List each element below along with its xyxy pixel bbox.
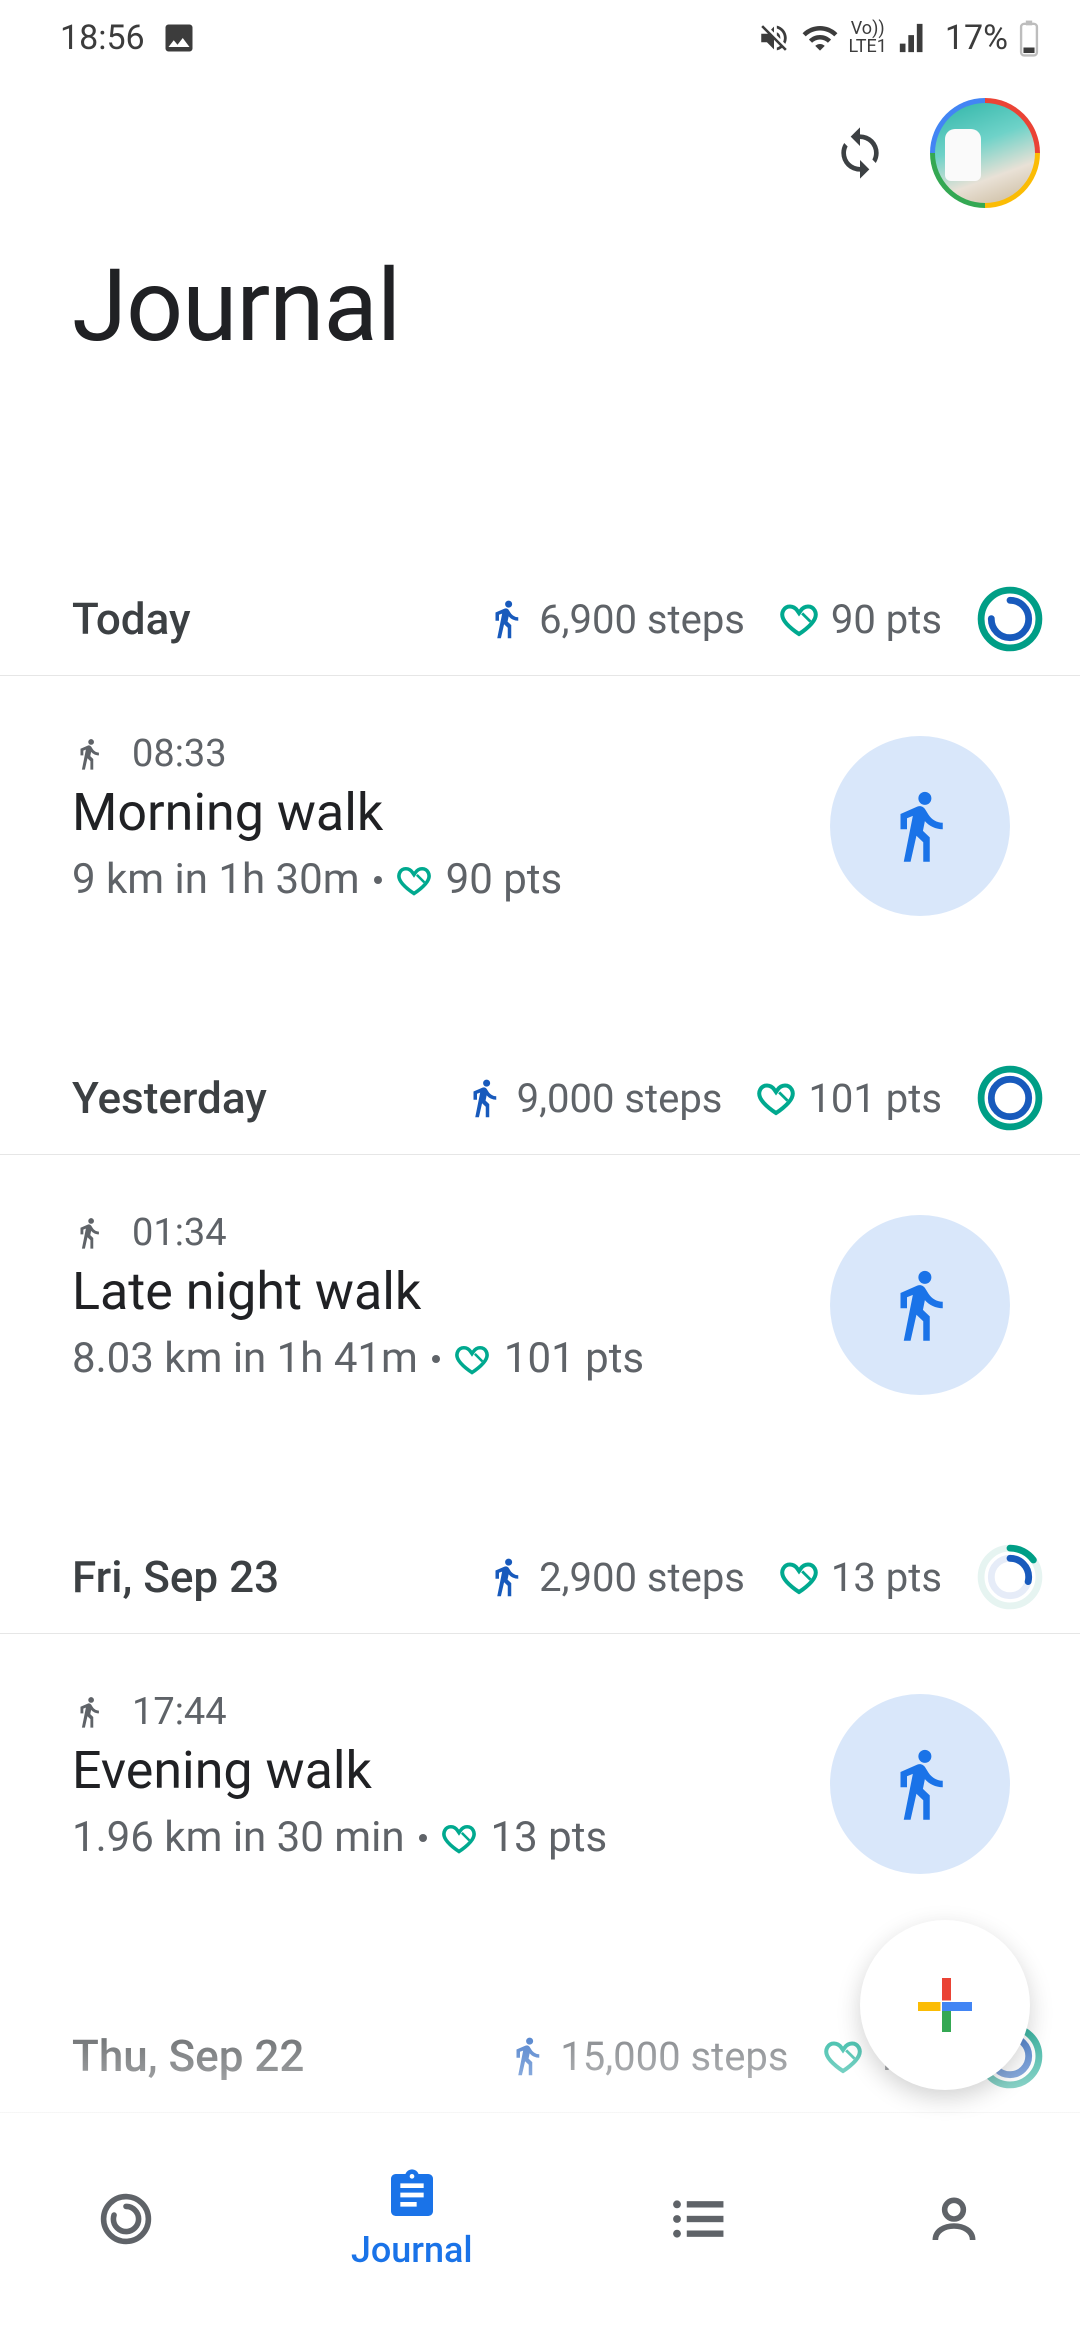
- goal-ring: [976, 1064, 1044, 1132]
- battery-icon: [1018, 19, 1040, 57]
- nav-browse[interactable]: [669, 2197, 729, 2241]
- walk-icon: [881, 787, 959, 865]
- steps-metric: 6,900 steps: [485, 596, 745, 643]
- nav-label: Journal: [351, 2229, 473, 2271]
- nav-journal[interactable]: Journal: [351, 2167, 473, 2271]
- activity-entry[interactable]: 01:34 Late night walk 8.03 km in 1h 41m …: [0, 1155, 1080, 1423]
- walk-icon: [72, 1695, 106, 1729]
- heart-points-metric: 101 pts: [756, 1075, 942, 1122]
- activity-detail: 8.03 km in 1h 41m: [72, 1334, 418, 1383]
- volte-icon: Vo))LTE1: [849, 20, 887, 56]
- activity-type-badge: [830, 1215, 1010, 1395]
- wifi-icon: [801, 19, 839, 57]
- heart-points-metric: 13 pts: [779, 1554, 942, 1601]
- goal-ring: [976, 585, 1044, 653]
- walk-icon: [72, 737, 106, 771]
- steps-metric: 15,000 steps: [506, 2033, 788, 2080]
- home-ring-icon: [98, 2191, 154, 2247]
- activity-type-badge: [830, 1694, 1010, 1874]
- day-label: Fri, Sep 23: [72, 1551, 279, 1603]
- activity-points: 13 pts: [491, 1813, 608, 1862]
- person-icon: [926, 2191, 982, 2247]
- day-summary-yesterday[interactable]: Yesterday 9,000 steps 101 pts: [0, 1064, 1080, 1155]
- day-label: Yesterday: [72, 1072, 267, 1124]
- activity-time: 08:33: [132, 732, 227, 776]
- heart-points-icon: [454, 1341, 490, 1377]
- journal-icon: [384, 2167, 440, 2223]
- steps-icon: [506, 2035, 548, 2077]
- steps-icon: [463, 1077, 505, 1119]
- heart-points-icon: [441, 1820, 477, 1856]
- steps-metric: 2,900 steps: [485, 1554, 745, 1601]
- add-activity-fab[interactable]: [860, 1920, 1030, 2090]
- activity-entry[interactable]: 17:44 Evening walk 1.96 km in 30 min 13 …: [0, 1634, 1080, 1902]
- steps-metric: 9,000 steps: [463, 1075, 723, 1122]
- activity-entry[interactable]: 08:33 Morning walk 9 km in 1h 30m 90 pts: [0, 676, 1080, 944]
- nav-home[interactable]: [98, 2191, 154, 2247]
- heart-points-metric: 90 pts: [779, 596, 942, 643]
- image-icon: [161, 20, 197, 56]
- battery-text: 17%: [945, 18, 1008, 58]
- clock-text: 18:56: [60, 18, 145, 58]
- sync-icon: [832, 125, 888, 181]
- list-icon: [669, 2197, 729, 2241]
- walk-icon: [72, 1216, 106, 1250]
- steps-icon: [485, 1556, 527, 1598]
- activity-detail: 1.96 km in 30 min: [72, 1813, 405, 1862]
- heart-points-icon: [396, 862, 432, 898]
- activity-detail: 9 km in 1h 30m: [72, 855, 360, 904]
- mute-icon: [757, 21, 791, 55]
- day-summary-today[interactable]: Today 6,900 steps 90 pts: [0, 585, 1080, 676]
- sync-button[interactable]: [830, 123, 890, 183]
- walk-icon: [881, 1745, 959, 1823]
- activity-time: 01:34: [132, 1211, 227, 1255]
- activity-time: 17:44: [132, 1690, 227, 1734]
- activity-type-badge: [830, 736, 1010, 916]
- status-bar: 18:56 Vo))LTE1 17%: [0, 0, 1080, 68]
- activity-points: 90 pts: [446, 855, 563, 904]
- heart-points-icon: [756, 1078, 796, 1118]
- bottom-nav: Journal: [0, 2128, 1080, 2340]
- google-plus-icon: [909, 1969, 981, 2041]
- page-title: Journal: [0, 208, 1080, 365]
- signal-icon: [897, 21, 931, 55]
- day-label: Thu, Sep 22: [72, 2030, 304, 2082]
- goal-ring: [976, 1543, 1044, 1611]
- day-summary[interactable]: Fri, Sep 23 2,900 steps 13 pts: [0, 1543, 1080, 1634]
- activity-title: Evening walk: [72, 1740, 830, 1801]
- steps-icon: [485, 598, 527, 640]
- nav-profile[interactable]: [926, 2191, 982, 2247]
- heart-points-icon: [779, 599, 819, 639]
- avatar-image: [935, 103, 1035, 203]
- activity-title: Late night walk: [72, 1261, 830, 1322]
- heart-points-icon: [779, 1557, 819, 1597]
- walk-icon: [881, 1266, 959, 1344]
- activity-title: Morning walk: [72, 782, 830, 843]
- app-header-actions: [0, 68, 1080, 208]
- activity-points: 101 pts: [504, 1334, 644, 1383]
- heart-points-icon: [823, 2036, 863, 2076]
- account-avatar[interactable]: [930, 98, 1040, 208]
- day-label: Today: [72, 593, 191, 645]
